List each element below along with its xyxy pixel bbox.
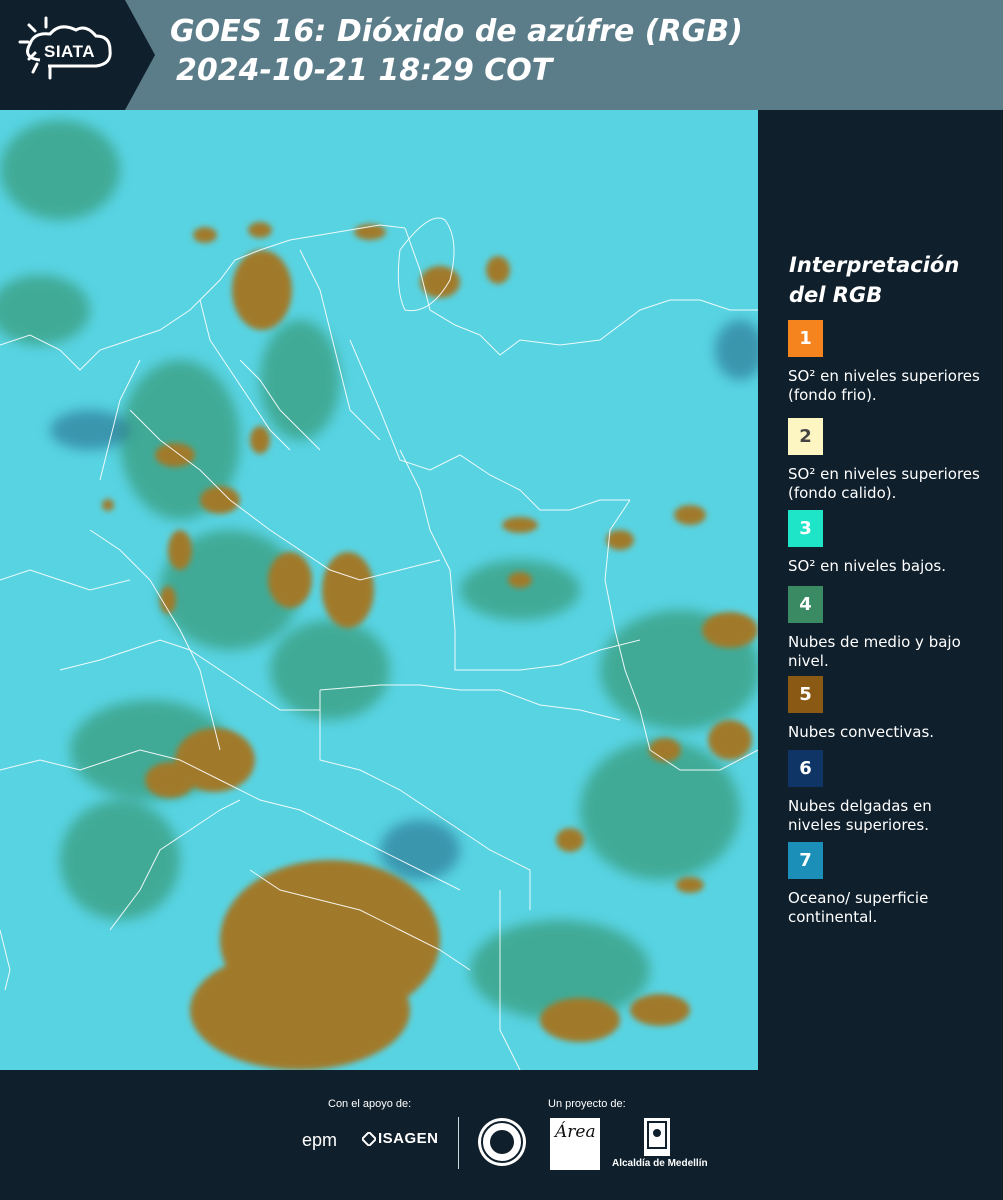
- legend-item: 6 Nubes delgadas en niveles superiores.: [788, 750, 988, 835]
- legend-label: Nubes convectivas.: [788, 723, 935, 741]
- legend-item: 2 SO² en niveles superiores (fondo calid…: [788, 418, 988, 513]
- legend-number: 7: [799, 850, 812, 871]
- footer: Con el apoyo de: Un proyecto de: epm ISA…: [0, 1070, 1003, 1200]
- legend-item: 5 Nubes convectivas.: [788, 676, 988, 742]
- isagen-mark-icon: [362, 1132, 376, 1146]
- area-script: Área: [555, 1122, 596, 1142]
- rgb-map-image: [0, 110, 758, 1070]
- alcaldia-label: Alcaldía de Medellín: [612, 1158, 708, 1169]
- legend-item: 4 Nubes de medio y bajo nivel.: [788, 586, 988, 671]
- legend-number: 1: [799, 328, 812, 349]
- legend-number: 3: [799, 518, 812, 539]
- support-label: Con el apoyo de:: [328, 1098, 412, 1110]
- legend-number: 6: [799, 758, 812, 779]
- legend-label: Nubes delgadas en niveles superiores.: [788, 797, 932, 834]
- logo-text: SIATA: [44, 42, 95, 61]
- isagen-logo[interactable]: ISAGEN: [378, 1130, 439, 1147]
- footer-divider: [458, 1117, 459, 1169]
- legend-swatch: 3: [788, 510, 823, 547]
- legend-swatch: 1: [788, 320, 823, 357]
- satellite-map: [0, 110, 758, 1070]
- legend-swatch: 7: [788, 842, 823, 879]
- legend-number: 2: [799, 426, 812, 447]
- legend-swatch: 2: [788, 418, 823, 455]
- legend-swatch: 6: [788, 750, 823, 787]
- legend-title: Interpretación del RGB: [789, 253, 960, 307]
- map-timestamp: 2024-10-21 18:29 COT: [176, 53, 553, 88]
- epm-logo[interactable]: epm: [302, 1130, 337, 1151]
- header-bar: SIATA GOES 16: Dióxido de azúfre (RGB) 2…: [0, 0, 1003, 110]
- project-label: Un proyecto de:: [548, 1098, 626, 1110]
- map-title: GOES 16: Dióxido de azúfre (RGB): [170, 14, 743, 49]
- legend-item: 7 Oceano/ superficie continental.: [788, 842, 988, 927]
- legend-label: SO² en niveles superiores (fondo frio).: [788, 367, 980, 404]
- legend-item: 3 SO² en niveles bajos.: [788, 510, 988, 576]
- legend-label: Nubes de medio y bajo nivel.: [788, 633, 961, 670]
- alcaldia-emblem-icon[interactable]: [644, 1118, 670, 1156]
- legend-number: 5: [799, 684, 812, 705]
- legend-label: Oceano/ superficie continental.: [788, 889, 929, 926]
- legend-label: SO² en niveles bajos.: [788, 557, 947, 575]
- legend-swatch: 4: [788, 586, 823, 623]
- legend-item: 1 SO² en niveles superiores (fondo frio)…: [788, 320, 988, 405]
- legend-panel: Interpretación del RGB 1 SO² en niveles …: [758, 110, 1003, 1070]
- siata-logo[interactable]: SIATA: [0, 0, 155, 110]
- medellin-seal-icon[interactable]: [478, 1118, 526, 1166]
- legend-swatch: 5: [788, 676, 823, 713]
- legend-number: 4: [799, 594, 812, 615]
- legend-label: SO² en niveles superiores (fondo calido)…: [788, 465, 980, 502]
